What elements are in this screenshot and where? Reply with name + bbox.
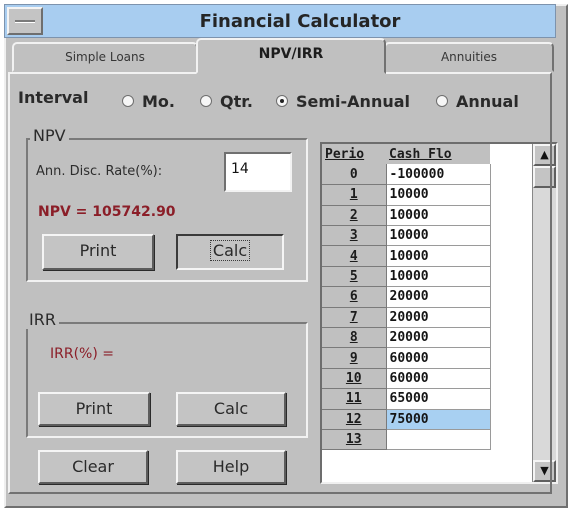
tab-npv-irr[interactable]: NPV/IRR xyxy=(196,38,386,74)
window-title: Financial Calculator xyxy=(199,11,401,32)
npv-irr-panel xyxy=(8,72,552,494)
tab-annuities[interactable]: Annuities xyxy=(384,42,554,72)
minus-icon xyxy=(15,20,35,23)
system-menu-button[interactable] xyxy=(7,7,43,35)
title-bar: Financial Calculator xyxy=(4,4,556,38)
tab-simple-loans[interactable]: Simple Loans xyxy=(12,42,198,72)
